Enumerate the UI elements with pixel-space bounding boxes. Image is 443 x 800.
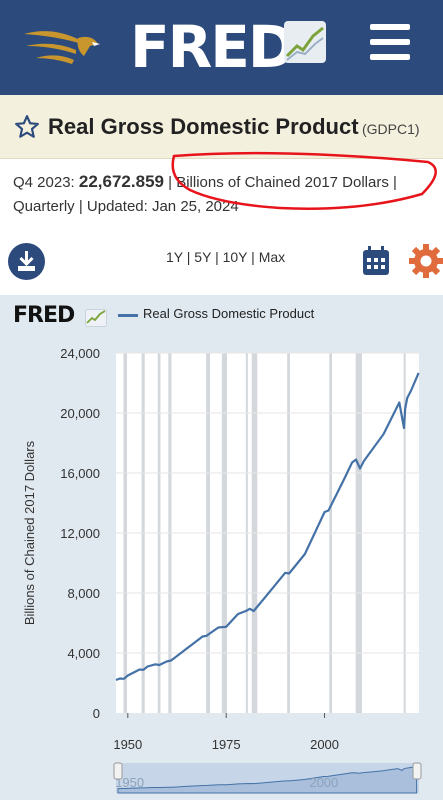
- range-separator: |: [186, 249, 191, 265]
- x-tick-label: 1975: [212, 737, 241, 752]
- settings-gear-icon[interactable]: [409, 244, 443, 278]
- range-1y-link[interactable]: 1Y: [166, 249, 183, 265]
- series-title: Real Gross Domestic Product: [48, 114, 359, 139]
- y-axis-label: Billions of Chained 2017 Dollars: [22, 440, 37, 625]
- y-tick-label: 8,000: [67, 586, 100, 601]
- eagle-logo-icon: [24, 31, 100, 64]
- range-separator: |: [251, 249, 255, 265]
- observation-value: 22,672.859: [78, 172, 164, 191]
- y-tick-label: 24,000: [60, 346, 100, 361]
- y-tick-label: 16,000: [60, 466, 100, 481]
- red-annotation-circle: [171, 151, 437, 210]
- hamburger-menu-icon[interactable]: [370, 24, 412, 64]
- y-tick-label: 20,000: [60, 406, 100, 421]
- observation-period: Q4 2023:: [13, 174, 75, 191]
- download-icon: [18, 251, 35, 271]
- navigator-handle[interactable]: [412, 762, 422, 780]
- navigator-year-label: 2000: [309, 775, 338, 790]
- favorite-star-icon[interactable]: [14, 114, 40, 140]
- fred-logo-text: FRED: [130, 13, 296, 81]
- date-range-selector: 1Y | 5Y | 10Y | Max: [166, 249, 285, 265]
- download-button[interactable]: [8, 243, 45, 280]
- y-tick-label: 12,000: [60, 526, 100, 541]
- range-10y-link[interactable]: 10Y: [223, 249, 248, 265]
- app-header: FRED: [0, 0, 443, 95]
- range-5y-link[interactable]: 5Y: [194, 249, 211, 265]
- series-id: (GDPC1): [362, 121, 420, 137]
- fred-chart-badge-icon: [284, 21, 326, 63]
- navigator-handle[interactable]: [113, 762, 123, 780]
- gdp-line-chart[interactable]: 0 4,000 8,000 12,000 16,000 20,000 24,000 1950 1…: [0, 295, 443, 800]
- y-tick-label: 4,000: [67, 646, 100, 661]
- y-tick-label: 0: [93, 706, 100, 721]
- x-tick-label: 1950: [113, 737, 142, 752]
- calendar-icon[interactable]: [362, 246, 390, 276]
- range-max-link[interactable]: Max: [259, 249, 285, 265]
- x-tick-label: 2000: [310, 737, 339, 752]
- range-separator: |: [215, 249, 219, 265]
